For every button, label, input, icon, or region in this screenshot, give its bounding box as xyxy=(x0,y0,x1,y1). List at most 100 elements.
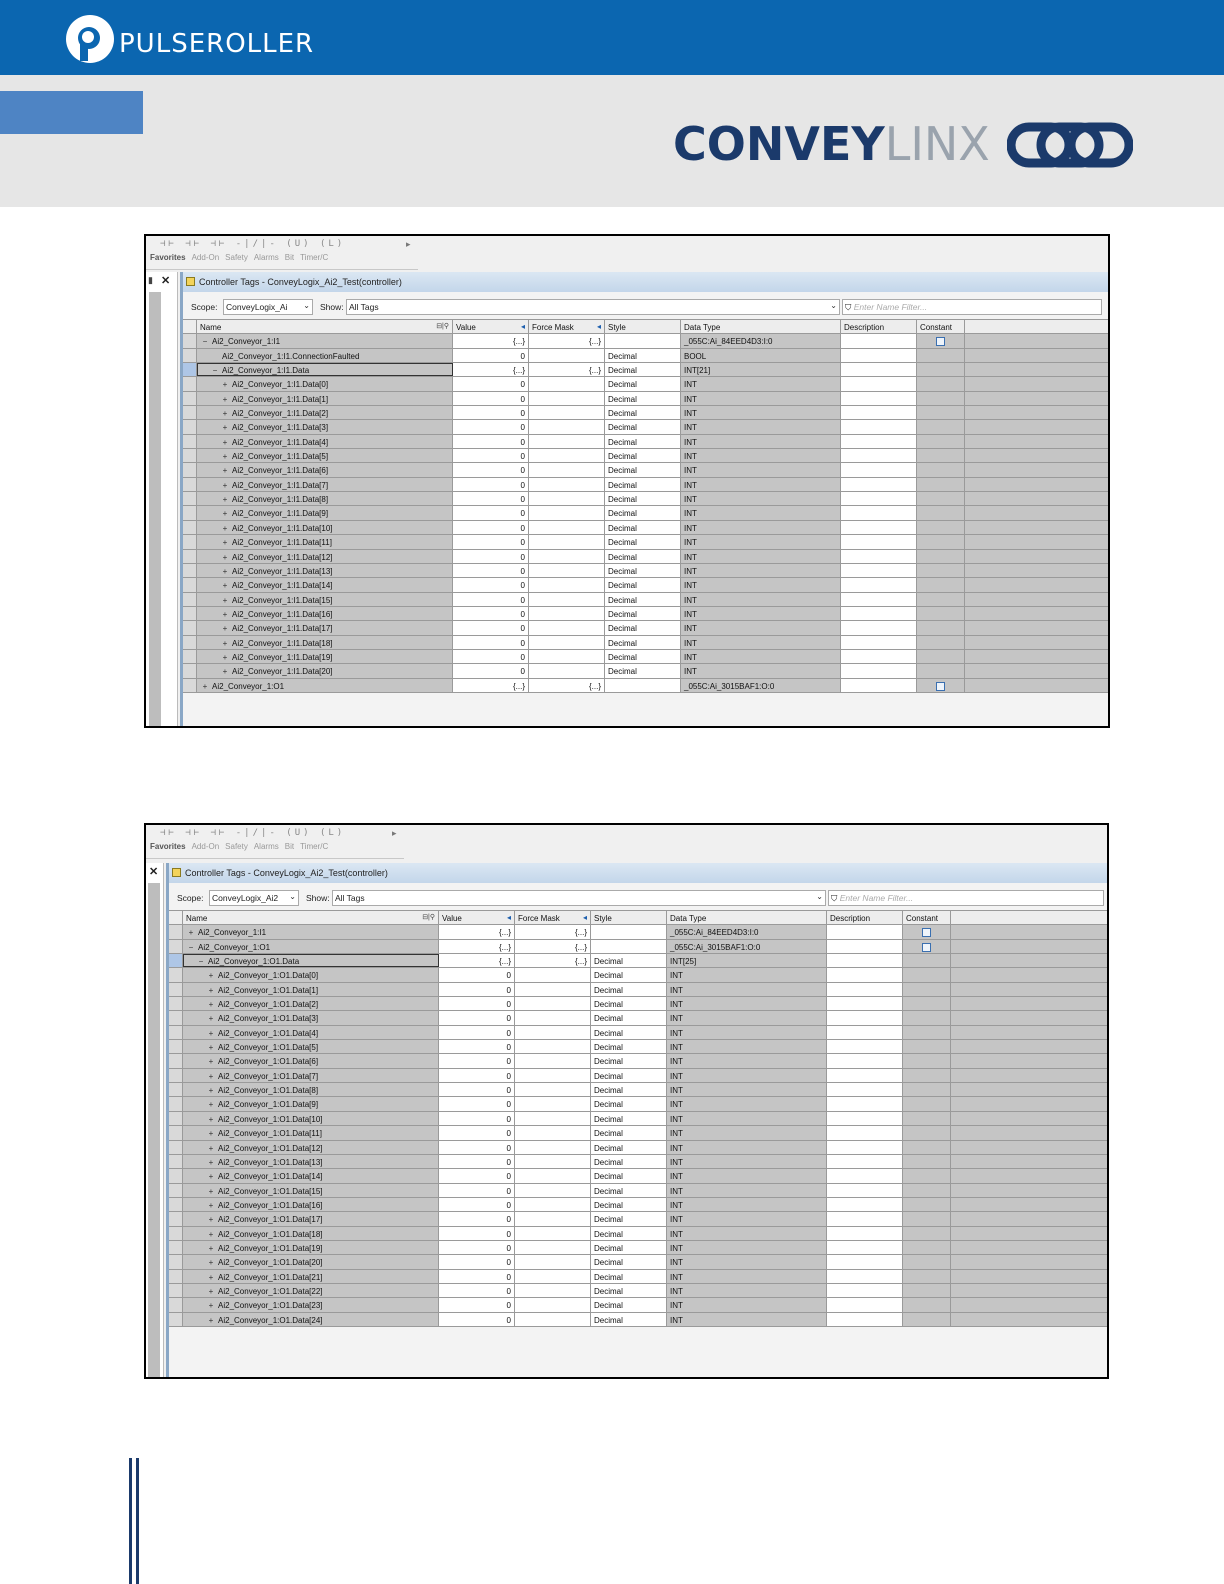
force-mask-cell[interactable] xyxy=(515,1068,591,1083)
expand-icon[interactable]: + xyxy=(207,1244,215,1253)
description-cell[interactable] xyxy=(841,434,917,449)
force-mask-cell[interactable] xyxy=(515,1212,591,1226)
column-header-style[interactable]: Style xyxy=(591,911,667,925)
tab-favorites[interactable]: Favorites xyxy=(150,253,186,262)
table-row[interactable]: + Ai2_Conveyor_1:O1.Data[3] 0 Decimal INT xyxy=(169,1011,1107,1026)
expand-icon[interactable]: + xyxy=(207,1201,215,1210)
tag-name-cell[interactable]: + Ai2_Conveyor_1:I1 xyxy=(183,925,439,939)
table-row[interactable]: − Ai2_Conveyor_1:I1 {...} {...} _055C:Ai_84E… xyxy=(183,334,1108,349)
row-selector[interactable] xyxy=(183,678,197,692)
value-cell[interactable]: {...} xyxy=(439,939,515,954)
force-mask-cell[interactable] xyxy=(515,968,591,982)
table-row[interactable]: + Ai2_Conveyor_1:O1.Data[23] 0 Decimal INT xyxy=(169,1298,1107,1313)
description-cell[interactable] xyxy=(841,621,917,635)
value-cell[interactable]: 0 xyxy=(439,1226,515,1240)
table-row[interactable]: + Ai2_Conveyor_1:O1.Data[12] 0 Decimal INT xyxy=(169,1140,1107,1155)
row-selector[interactable] xyxy=(169,1097,183,1111)
tag-name-cell[interactable]: + Ai2_Conveyor_1:O1.Data[14] xyxy=(183,1169,439,1183)
table-row[interactable]: + Ai2_Conveyor_1:O1.Data[18] 0 Decimal INT xyxy=(169,1226,1107,1241)
table-row[interactable]: + Ai2_Conveyor_1:I1.Data[2] 0 Decimal INT xyxy=(183,406,1108,421)
force-mask-cell[interactable] xyxy=(515,1040,591,1054)
expand-icon[interactable]: + xyxy=(207,1029,215,1038)
style-cell[interactable]: Decimal xyxy=(591,1126,667,1140)
column-header-desc[interactable]: Description xyxy=(827,911,903,925)
column-arrow-icon[interactable]: ◂ xyxy=(583,913,587,922)
style-cell[interactable]: Decimal xyxy=(591,1111,667,1126)
expand-icon[interactable]: + xyxy=(221,667,229,676)
expand-icon[interactable]: + xyxy=(207,1273,215,1282)
table-row[interactable]: + Ai2_Conveyor_1:O1.Data[14] 0 Decimal INT xyxy=(169,1169,1107,1184)
tab-favorites[interactable]: Favorites xyxy=(150,842,186,851)
row-selector[interactable] xyxy=(183,592,197,606)
row-selector[interactable] xyxy=(169,1040,183,1054)
row-selector[interactable] xyxy=(169,1283,183,1298)
expand-icon[interactable]: + xyxy=(207,1014,215,1023)
tag-name-cell[interactable]: + Ai2_Conveyor_1:O1.Data[5] xyxy=(183,1040,439,1054)
table-row[interactable]: + Ai2_Conveyor_1:I1.Data[14] 0 Decimal INT xyxy=(183,578,1108,593)
description-cell[interactable] xyxy=(841,606,917,621)
expand-icon[interactable]: + xyxy=(207,1129,215,1138)
row-selector[interactable] xyxy=(169,1083,183,1097)
expand-icon[interactable]: + xyxy=(207,1301,215,1310)
row-selector[interactable] xyxy=(169,954,183,968)
force-mask-cell[interactable]: {...} xyxy=(529,678,605,692)
style-cell[interactable]: Decimal xyxy=(591,982,667,997)
row-selector[interactable] xyxy=(183,463,197,477)
force-mask-cell[interactable] xyxy=(515,1126,591,1140)
row-selector[interactable] xyxy=(169,1154,183,1169)
description-cell[interactable] xyxy=(827,968,903,982)
table-row[interactable]: + Ai2_Conveyor_1:O1.Data[2] 0 Decimal INT xyxy=(169,997,1107,1012)
expand-icon[interactable]: + xyxy=(207,1287,215,1296)
table-row[interactable]: + Ai2_Conveyor_1:O1.Data[1] 0 Decimal INT xyxy=(169,982,1107,998)
description-cell[interactable] xyxy=(827,1255,903,1269)
description-cell[interactable] xyxy=(827,1169,903,1183)
value-cell[interactable]: 0 xyxy=(453,649,529,664)
description-cell[interactable] xyxy=(841,449,917,463)
table-row[interactable]: + Ai2_Conveyor_1:O1.Data[19] 0 Decimal INT xyxy=(169,1240,1107,1256)
style-cell[interactable] xyxy=(591,939,667,954)
row-selector[interactable] xyxy=(183,649,197,664)
description-cell[interactable] xyxy=(827,1197,903,1212)
row-selector[interactable] xyxy=(169,1212,183,1226)
style-cell[interactable]: Decimal xyxy=(591,1097,667,1111)
table-row[interactable]: + Ai2_Conveyor_1:I1.Data[6] 0 Decimal INT xyxy=(183,463,1108,478)
expand-icon[interactable]: + xyxy=(221,567,229,576)
value-cell[interactable]: 0 xyxy=(439,1269,515,1283)
force-mask-cell[interactable] xyxy=(515,1197,591,1212)
force-mask-cell[interactable]: {...} xyxy=(529,363,605,377)
force-mask-cell[interactable] xyxy=(515,1255,591,1269)
force-mask-cell[interactable] xyxy=(515,997,591,1011)
force-mask-cell[interactable]: {...} xyxy=(529,334,605,348)
style-cell[interactable]: Decimal xyxy=(591,1169,667,1183)
force-mask-cell[interactable] xyxy=(515,1283,591,1298)
description-cell[interactable] xyxy=(841,664,917,678)
value-cell[interactable]: 0 xyxy=(439,1298,515,1312)
column-header-force[interactable]: Force Mask ◂ xyxy=(515,911,591,925)
description-cell[interactable] xyxy=(827,1298,903,1312)
description-cell[interactable] xyxy=(827,1154,903,1169)
description-cell[interactable] xyxy=(827,1269,903,1283)
scope-select[interactable]: ConveyLogix_Ai ⌄ xyxy=(223,299,313,315)
tab-bit[interactable]: Bit xyxy=(285,842,294,851)
force-mask-cell[interactable] xyxy=(529,377,605,391)
value-cell[interactable]: 0 xyxy=(453,348,529,363)
table-row[interactable]: + Ai2_Conveyor_1:O1.Data[24] 0 Decimal INT xyxy=(169,1312,1107,1327)
expand-icon[interactable]: + xyxy=(221,509,229,518)
tab-safety[interactable]: Safety xyxy=(225,253,248,262)
row-selector[interactable] xyxy=(183,348,197,363)
force-mask-cell[interactable] xyxy=(515,1140,591,1154)
style-cell[interactable]: Decimal xyxy=(605,664,681,678)
tag-name-cell[interactable]: + Ai2_Conveyor_1:I1.Data[12] xyxy=(197,549,453,563)
value-cell[interactable]: 0 xyxy=(439,1169,515,1183)
column-arrow-icon[interactable]: ◂ xyxy=(507,913,511,922)
description-cell[interactable] xyxy=(827,1011,903,1025)
table-row[interactable]: + Ai2_Conveyor_1:I1.Data[3] 0 Decimal INT xyxy=(183,420,1108,435)
description-cell[interactable] xyxy=(827,1083,903,1097)
expand-icon[interactable]: + xyxy=(201,682,209,691)
expand-icon[interactable]: + xyxy=(221,596,229,605)
collapse-icon[interactable]: − xyxy=(211,366,219,375)
row-selector[interactable] xyxy=(169,1068,183,1083)
expand-icon[interactable]: + xyxy=(207,1144,215,1153)
force-mask-cell[interactable] xyxy=(529,348,605,363)
style-cell[interactable]: Decimal xyxy=(591,1197,667,1212)
